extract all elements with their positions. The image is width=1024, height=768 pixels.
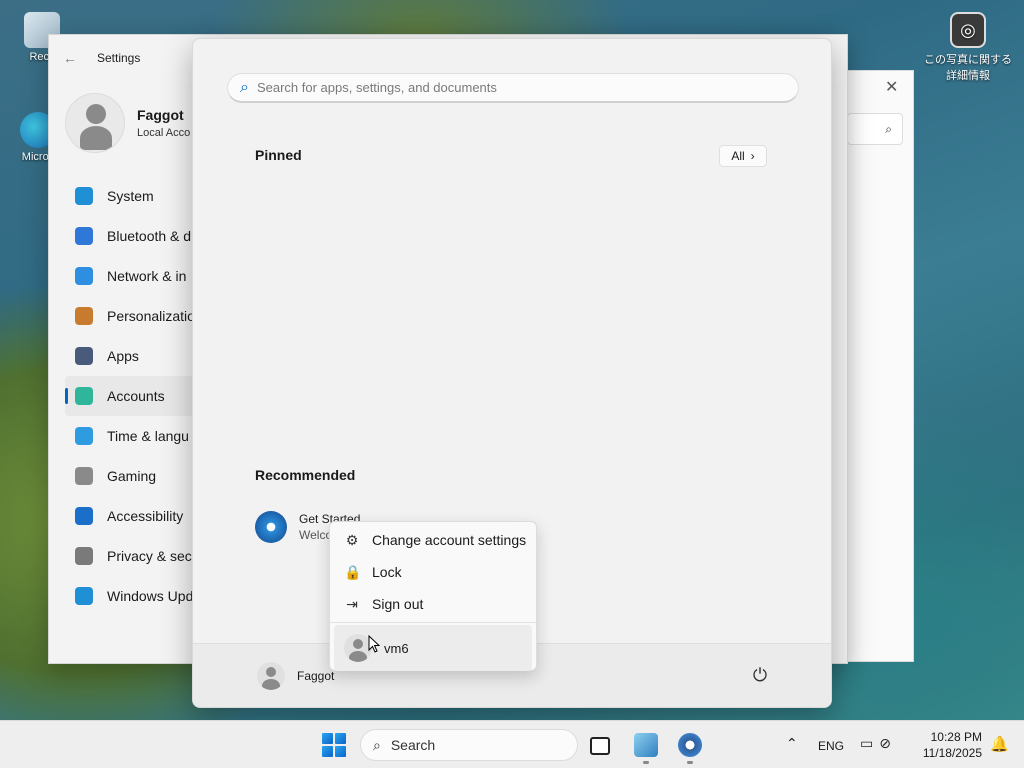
- start-search-box[interactable]: ⌕: [227, 73, 799, 103]
- clock-time: 10:28 PM: [930, 730, 982, 744]
- photo-info-desktop-icon[interactable]: ◎ この写真に関する詳細情報: [920, 12, 1016, 83]
- sidebar-item-label: Apps: [107, 348, 139, 364]
- pinned-title: Pinned: [255, 147, 302, 163]
- nav-item-icon: [75, 347, 93, 365]
- account-settings-icon: ⚙: [345, 531, 359, 548]
- profile-account-type: Local Acco: [137, 127, 191, 139]
- sidebar-item-label: Accounts: [107, 388, 165, 404]
- control-panel-icon[interactable]: [634, 733, 658, 757]
- nav-item-icon: [75, 187, 93, 205]
- power-icon: ⏻: [752, 665, 768, 685]
- sign-out-item[interactable]: ⇥ Sign out: [330, 588, 536, 620]
- taskbar: ⌕ Search ⌃ ENG ▭⊘ 10:28 PM 11/18/2025 🔔: [0, 720, 1024, 768]
- footer-user-name: Faggot: [297, 669, 335, 683]
- recommended-title: Recommended: [255, 467, 356, 483]
- account-context-menu: ⚙ Change account settings 🔒 Lock ⇥ Sign …: [329, 521, 537, 671]
- mouse-pointer-icon: [368, 635, 380, 653]
- change-account-settings-item[interactable]: ⚙ Change account settings: [330, 524, 536, 556]
- sidebar-item-label: System: [107, 188, 154, 204]
- camera-icon: ◎: [950, 12, 986, 48]
- sidebar-item-label: Accessibility: [107, 508, 184, 524]
- switch-user-item[interactable]: vm6: [334, 625, 532, 671]
- nav-item-icon: [75, 387, 93, 405]
- settings-title: Settings: [97, 51, 141, 65]
- power-button[interactable]: ⏻: [749, 664, 771, 686]
- change-account-settings-label: Change account settings: [372, 532, 527, 548]
- sidebar-item-label: Bluetooth & d: [107, 228, 192, 244]
- close-icon[interactable]: ✕: [885, 77, 898, 97]
- taskbar-search-label: Search: [390, 737, 436, 753]
- user-account-button[interactable]: Faggot: [257, 662, 334, 690]
- nav-item-icon: [75, 307, 93, 325]
- sidebar-item-label: Personalizatio: [107, 308, 195, 324]
- network-volume-icons[interactable]: ▭⊘: [860, 735, 897, 752]
- avatar: [65, 93, 125, 153]
- sign-out-icon: ⇥: [346, 595, 358, 612]
- start-button[interactable]: [322, 733, 346, 757]
- nav-item-icon: [75, 467, 93, 485]
- nav-item-icon: [75, 547, 93, 565]
- settings-gear-icon[interactable]: [678, 733, 702, 757]
- nav-item-icon: [75, 587, 93, 605]
- sign-out-label: Sign out: [372, 596, 424, 612]
- lock-item[interactable]: 🔒 Lock: [330, 556, 536, 588]
- window-search-box[interactable]: ⌕: [847, 113, 903, 145]
- other-user-name: vm6: [384, 640, 409, 656]
- back-arrow-icon[interactable]: ←: [63, 50, 77, 66]
- sidebar-item-label: Privacy & secu: [107, 548, 200, 564]
- profile-name: Faggot: [137, 107, 184, 123]
- running-indicator: [687, 761, 693, 764]
- search-icon: ⌕: [885, 122, 892, 136]
- nav-item-icon: [75, 427, 93, 445]
- all-apps-button[interactable]: All ›: [719, 145, 767, 167]
- nav-item-icon: [75, 267, 93, 285]
- nav-item-icon: [75, 507, 93, 525]
- running-indicator: [643, 761, 649, 764]
- task-view-icon[interactable]: [590, 737, 610, 755]
- nav-item-icon: [75, 227, 93, 245]
- chevron-up-icon[interactable]: ⌃: [786, 735, 798, 752]
- search-icon: ⌕: [240, 78, 249, 96]
- sidebar-item-label: Time & langu: [107, 428, 189, 444]
- search-icon: ⌕: [373, 736, 381, 753]
- taskbar-search-box[interactable]: ⌕ Search: [360, 729, 578, 761]
- sidebar-item-label: Windows Upd: [107, 588, 194, 604]
- sidebar-item-label: Network & in: [107, 268, 187, 284]
- all-apps-label: All: [731, 149, 745, 163]
- notification-bell-icon[interactable]: 🔔: [990, 735, 1009, 753]
- lock-icon: 🔒: [344, 563, 362, 580]
- clock-date: 11/18/2025: [922, 746, 982, 760]
- lock-label: Lock: [372, 564, 402, 580]
- get-started-icon: [255, 511, 287, 543]
- language-indicator[interactable]: ENG: [818, 739, 844, 753]
- photo-info-label: この写真に関する詳細情報: [924, 54, 1012, 82]
- sidebar-item-label: Gaming: [107, 468, 157, 484]
- user-avatar-icon: [257, 662, 285, 690]
- settings-profile[interactable]: Faggot Local Acco: [65, 93, 190, 153]
- chevron-right-icon: ›: [750, 149, 755, 163]
- system-clock[interactable]: 10:28 PM 11/18/2025: [918, 729, 982, 761]
- start-search-input[interactable]: [256, 80, 777, 95]
- menu-divider: [330, 622, 536, 623]
